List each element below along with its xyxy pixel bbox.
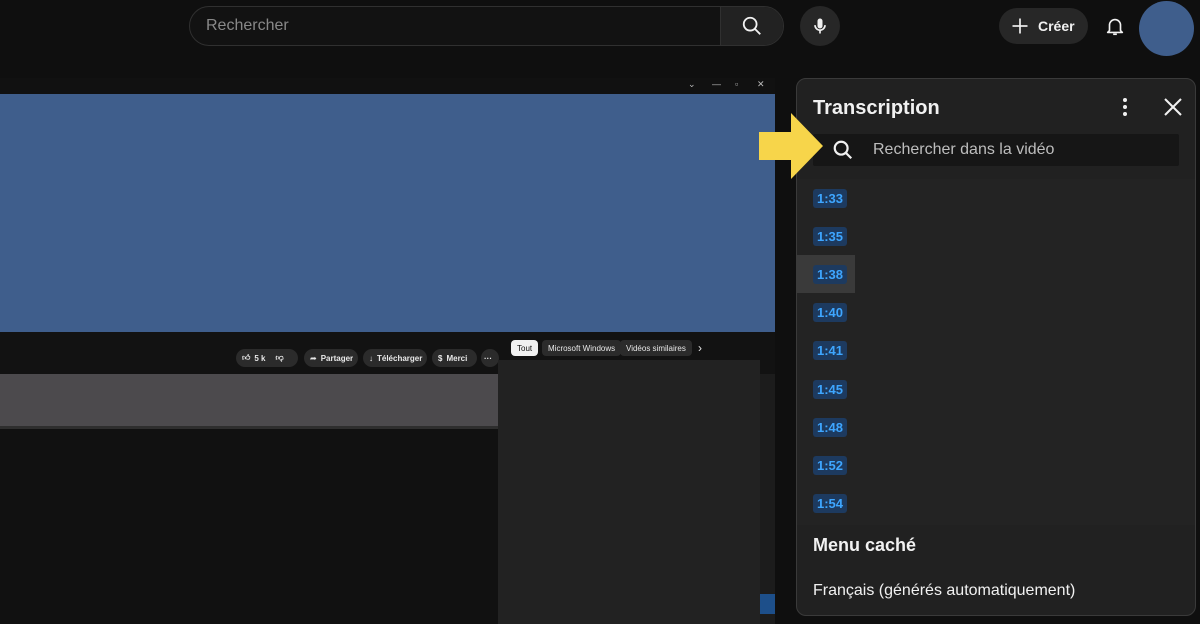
chips-next-button[interactable]: ›	[692, 340, 708, 356]
search-box[interactable]	[189, 6, 784, 46]
create-button-label: Créer	[1038, 18, 1075, 34]
youtube-page: Créer ⌄ — ▫ ✕ 👍︎ 5 k 👎︎ ➦ Partager ↓ Tél…	[0, 0, 1200, 624]
panel-title: Transcription	[813, 97, 940, 119]
timestamp[interactable]: 1:52	[813, 456, 848, 475]
language-option[interactable]: Français (générés automatiquement)	[813, 582, 1075, 600]
transcript-segment[interactable]: 1:48	[797, 408, 1195, 446]
transcript-segment[interactable]: 1:45	[797, 370, 1195, 408]
minimize-icon: —	[712, 79, 721, 89]
share-button[interactable]: ➦ Partager	[304, 349, 358, 367]
thanks-button[interactable]: $ Merci	[432, 349, 477, 367]
comments-area	[0, 429, 498, 624]
more-actions-label: ···	[484, 353, 492, 363]
timestamp[interactable]: 1:41	[813, 341, 848, 360]
create-button[interactable]: Créer	[999, 8, 1088, 44]
search-input[interactable]	[190, 7, 720, 45]
thumbs-down-icon: 👎︎	[275, 353, 284, 362]
more-actions-button[interactable]: ···	[481, 349, 499, 367]
share-label: Partager	[320, 353, 354, 363]
like-dislike-pill[interactable]: 👍︎ 5 k 👎︎	[236, 349, 298, 367]
timestamp[interactable]: 1:54	[813, 494, 848, 513]
search-icon	[833, 140, 853, 160]
search-button[interactable]	[720, 7, 783, 45]
bell-icon	[1106, 18, 1124, 36]
close-icon[interactable]	[1161, 95, 1185, 119]
window-close-icon: ✕	[757, 79, 765, 89]
search-icon	[742, 16, 761, 35]
transcript-search[interactable]	[813, 134, 1179, 166]
timestamp[interactable]: 1:33	[813, 189, 848, 208]
mic-icon	[814, 18, 826, 34]
window-titlebar: ⌄ — ▫ ✕	[0, 78, 775, 94]
transcript-search-input[interactable]	[873, 141, 1179, 159]
transcript-segment[interactable]: 1:54	[797, 484, 1195, 522]
transcript-segment[interactable]: 1:33	[797, 179, 1195, 217]
arrow-right-icon	[759, 113, 823, 179]
description-area	[0, 374, 498, 426]
timestamp[interactable]: 1:35	[813, 227, 848, 246]
chip-microsoft-windows[interactable]: Microsoft Windows	[542, 340, 622, 356]
transcript-segment[interactable]: 1:40	[797, 293, 1195, 331]
video-player[interactable]: ⌄ — ▫ ✕ 👍︎ 5 k 👎︎ ➦ Partager ↓ Télécharg…	[0, 78, 775, 624]
transcript-segment[interactable]: 1:35	[797, 217, 1195, 255]
thanks-icon: $	[438, 353, 443, 363]
recommendations-area	[498, 360, 760, 624]
transcript-panel: Transcription 1:33 1:35 1:38 1:40 1:41 1…	[796, 78, 1196, 616]
transcript-segment-active[interactable]: 1:38	[797, 255, 855, 293]
thanks-label: Merci	[446, 353, 468, 363]
chevron-down-icon: ⌄	[688, 79, 696, 89]
timestamp[interactable]: 1:40	[813, 303, 848, 322]
avatar[interactable]	[1139, 1, 1194, 56]
notifications-button[interactable]	[1097, 8, 1133, 44]
transcript-segment[interactable]: 1:52	[797, 446, 1195, 484]
voice-search-button[interactable]	[800, 6, 840, 46]
restore-icon: ▫	[735, 79, 739, 89]
chip-related-videos[interactable]: Vidéos similaires	[620, 340, 692, 356]
more-vert-icon[interactable]	[1115, 96, 1135, 118]
menu-heading: Menu caché	[813, 535, 917, 555]
transcript-segment[interactable]: 1:41	[797, 331, 1195, 369]
video-content[interactable]	[0, 94, 775, 332]
thumbs-up-icon: 👍︎	[242, 353, 251, 362]
share-icon: ➦	[310, 353, 317, 363]
download-label: Télécharger	[377, 353, 423, 363]
plus-icon	[1012, 18, 1028, 34]
timestamp[interactable]: 1:45	[813, 380, 848, 399]
chip-all[interactable]: Tout	[511, 340, 539, 356]
timestamp[interactable]: 1:48	[813, 418, 848, 437]
transcript-segment-list: 1:33 1:35 1:38 1:40 1:41 1:45 1:48 1:52 …	[797, 179, 1195, 525]
blue-accent	[760, 594, 775, 614]
timestamp[interactable]: 1:38	[813, 265, 848, 284]
like-count: 5 k	[254, 353, 266, 363]
download-button[interactable]: ↓ Télécharger	[363, 349, 427, 367]
download-icon: ↓	[369, 353, 373, 363]
